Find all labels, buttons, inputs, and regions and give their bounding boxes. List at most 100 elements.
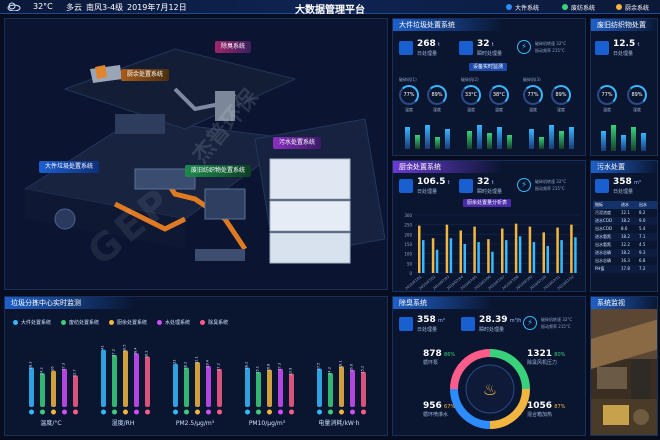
bulky-instant-label: 瞬时处理量 [477, 51, 503, 57]
textile-daily-value: 12.5 [613, 39, 636, 49]
textile-daily-label: 日处理量 [613, 51, 634, 57]
legend-item[interactable]: 水处理系统 [157, 319, 190, 326]
deodor-status-1: 破碎机转速 32°C [541, 317, 573, 322]
textile-panel-title: 废旧纺织物处置 [591, 19, 657, 31]
monitor-bar [361, 371, 366, 407]
monitor-value-label: 26.6 [350, 364, 354, 372]
monitor-bar-dot [317, 409, 322, 415]
monitor-category-label: PM10/μg/m³ [249, 420, 286, 427]
bulky-mini-bars-3 [527, 117, 577, 149]
monitor-bar [112, 354, 117, 407]
monitor-legend: 大件处置系统 废纺处置系统 厨余处置系统 水处理系统 除臭系统 [13, 319, 238, 326]
kitchen-status-2: 振动频率 215°C [535, 186, 565, 191]
kitchen-daily-label: 日处理量 [417, 189, 438, 195]
deodor-q3: 956 67% 循环喷淋水 [423, 401, 456, 418]
monitor-bar [267, 369, 272, 407]
kitchen-bar [463, 244, 466, 273]
kitchen-panel: 厨余处置系统 106.5 t 日处理量 32 t 瞬时处理量 ⚡ 破碎机转速 3… [392, 160, 586, 292]
monitor-value-label: 26.8 [267, 364, 271, 372]
deodor-panel: 除臭系统 358 m³ 日处理量 28.39 m³/h 瞬时处理量 ⚡ 破碎机转… [392, 296, 586, 436]
monitor-value-label: 27.3 [62, 363, 66, 371]
bulky-badge[interactable]: 设备实时监测 [469, 63, 508, 71]
monitor-bar-dot [51, 409, 56, 415]
monitor-panel-title: 垃圾分拣中心实时监测 [5, 297, 135, 309]
monitor-bar-dot [195, 409, 200, 415]
kitchen-daily-value: 106.5 [417, 177, 446, 187]
monitor-bar-dot [339, 409, 344, 415]
power-icon: ⚡ [517, 40, 531, 54]
legend-dot [61, 320, 67, 325]
scene-label-bulky[interactable]: 大件垃圾处置系统 [39, 161, 100, 173]
monitor-value-label: 27.3 [278, 363, 282, 371]
monitor-value-label: 23.9 [289, 368, 293, 376]
monitor-category-label: 湿度/RH [112, 419, 135, 427]
scale-icon [399, 179, 413, 193]
scene-label-kitchen[interactable]: 厨余处置系统 [121, 69, 170, 81]
deodor-q2: 1321 80% 除臭风机压力 [527, 349, 566, 366]
monitor-bar [217, 368, 222, 407]
sewage-daily-value: 358 [613, 177, 632, 187]
table-row: 进水COD 18.2 9.0 [593, 217, 657, 225]
kitchen-bar [556, 227, 559, 273]
video-panel[interactable]: 系统监视 [590, 296, 658, 436]
monitor-bar [328, 372, 333, 407]
kitchen-bar [422, 240, 425, 273]
kitchen-bar-chart: 3002502001501005002019/07/012019/07/0220… [404, 213, 581, 291]
monitor-bar [339, 366, 344, 407]
legend-item[interactable]: 除臭系统 [200, 319, 228, 326]
kitchen-bar [449, 238, 453, 273]
weather-icon [6, 2, 22, 12]
clock-icon [459, 179, 473, 193]
kitchen-bar [505, 240, 508, 273]
camera-feed[interactable] [591, 309, 658, 436]
y-tick-label: 200 [404, 232, 412, 237]
monitor-bar-dot [361, 409, 366, 415]
scene-label-sewage[interactable]: 污水处置系统 [273, 137, 322, 149]
legend-item[interactable]: 废纺处置系统 [61, 319, 99, 326]
scene-panel[interactable]: GEP 杰普环保 除臭系统 厨余处置系统 大件垃圾处置系统 废旧纺织物处置系统 … [4, 18, 388, 290]
tab-kitchen[interactable]: 厨余系统 [616, 2, 649, 12]
scene-label-textile[interactable]: 废旧纺织物处置系统 [185, 165, 252, 177]
kitchen-bar [542, 232, 545, 273]
legend-item[interactable]: 厨余处置系统 [109, 319, 147, 326]
kitchen-bar [418, 225, 421, 273]
monitor-value-label: 32.1 [195, 356, 199, 364]
scene-label-deodor[interactable]: 除臭系统 [215, 41, 252, 53]
deodor-daily-value: 358 [417, 315, 436, 325]
fan-icon [399, 317, 413, 331]
monitor-bar [184, 367, 189, 407]
kitchen-bar [473, 226, 476, 273]
monitor-value-label: 41 [101, 345, 105, 349]
monitor-bar-dot [328, 409, 333, 415]
monitor-bar-dot [278, 409, 283, 415]
water-icon [595, 179, 609, 193]
bulky-panel: 大件垃圾处置系统 268 t 日处理量 32 t 瞬时处理量 ⚡ 破碎机转速 3… [392, 18, 586, 156]
monitor-value-label: 36.2 [145, 350, 149, 358]
monitor-value-label: 31 [173, 359, 177, 363]
kitchen-instant-value: 32 [477, 177, 490, 187]
svg-text:♨: ♨ [483, 380, 497, 399]
legend-dot [13, 320, 18, 325]
kitchen-bar [431, 238, 435, 273]
tab-textile[interactable]: 废纺系统 [562, 2, 595, 12]
kitchen-badge[interactable]: 厨余处置量分析表 [463, 199, 512, 207]
monitor-bar [173, 363, 178, 407]
legend-dot [157, 320, 163, 325]
table-row: PH值 17.8 7.2 [593, 265, 657, 273]
table-row: 出水氨氮 12.2 4.5 [595, 242, 646, 247]
scale-icon [399, 41, 413, 55]
monitor-bar [145, 356, 150, 407]
kitchen-bar [435, 249, 439, 273]
clock-icon [461, 317, 475, 331]
kitchen-bar [514, 223, 518, 273]
monitor-category-label: 电量消耗/kW·h [318, 419, 359, 427]
monitor-value-label: 28.2 [245, 362, 249, 370]
kitchen-bar [487, 239, 490, 273]
kitchen-instant-label: 瞬时处理量 [477, 189, 503, 195]
monitor-bar [51, 370, 56, 407]
deodor-q1: 878 86% 循环泵 [423, 349, 456, 366]
tab-bulky[interactable]: 大件系统 [506, 2, 539, 12]
monitor-bar-dot [134, 409, 139, 415]
textile-panel: 废旧纺织物处置 12.5 t 日处理量 77% 温度 89% 湿度 [590, 18, 658, 156]
legend-item[interactable]: 大件处置系统 [13, 319, 51, 326]
